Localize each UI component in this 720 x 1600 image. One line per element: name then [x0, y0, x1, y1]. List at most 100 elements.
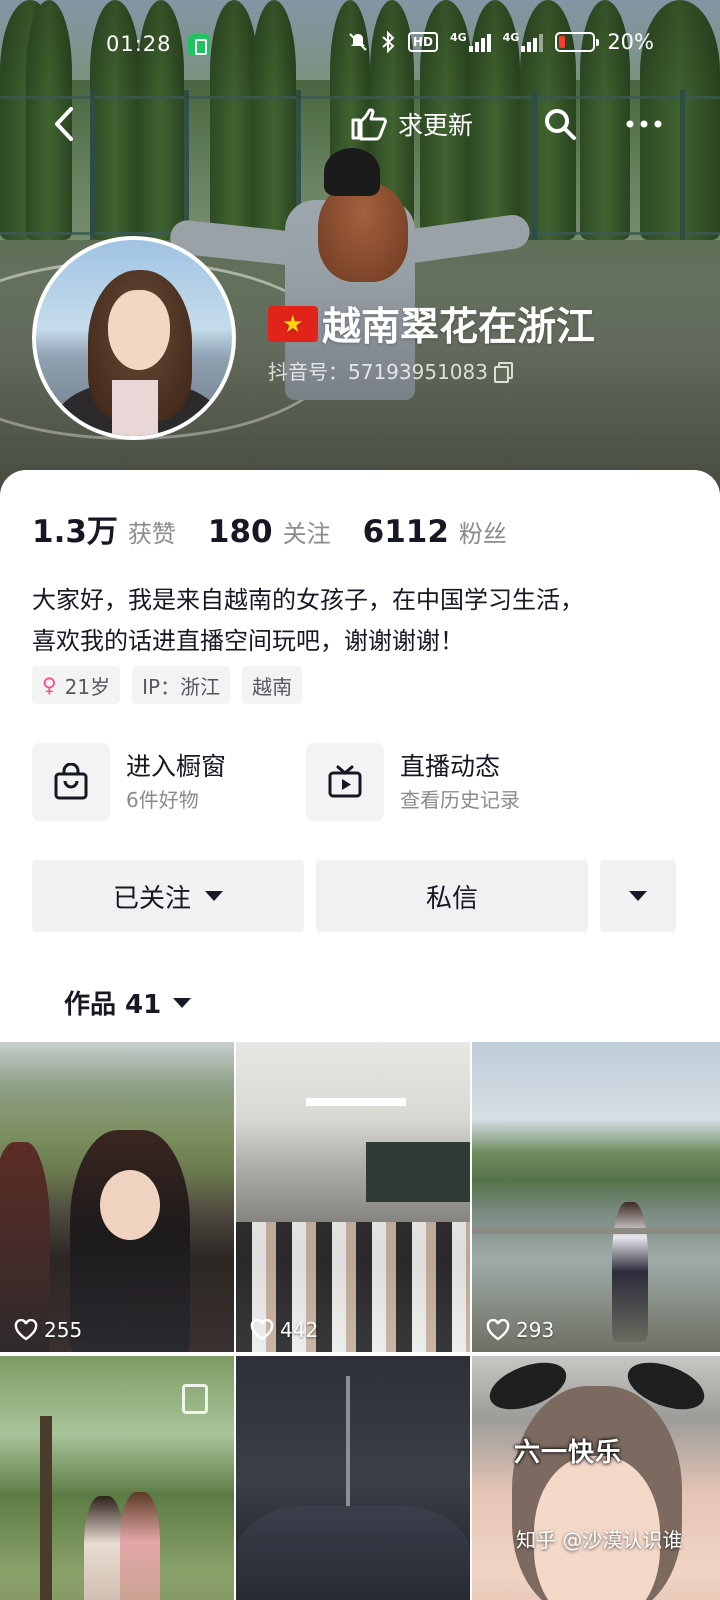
thumbnail-person	[70, 1130, 190, 1352]
following-button[interactable]: 已关注	[32, 860, 304, 932]
following-label: 已关注	[112, 883, 191, 914]
shop-window-icon-box	[32, 743, 110, 821]
stat-value: 6112	[362, 514, 449, 550]
vietnam-flag-icon: ★	[268, 306, 318, 342]
more-actions-button[interactable]	[600, 860, 676, 932]
back-button[interactable]	[44, 104, 84, 144]
heart-icon	[486, 1319, 510, 1341]
tag-age: ♀ 21岁	[32, 666, 121, 704]
profile-entries: 进入橱窗 6件好物 直播动态 查看历史记录	[32, 742, 692, 822]
message-button[interactable]: 私信	[316, 860, 588, 932]
signal-icon	[521, 32, 544, 52]
stat-value: 1.3万	[32, 514, 118, 550]
tag-country: 越南	[242, 666, 303, 704]
request-update-label: 求更新	[398, 111, 474, 140]
status-icons: HD 4G 4G 20%	[348, 30, 654, 54]
avatar-person-shirt	[112, 380, 158, 436]
like-count: 255	[14, 1318, 82, 1342]
avatar[interactable]	[32, 236, 236, 440]
live-history-text: 直播动态 查看历史记录	[400, 749, 520, 815]
stat-label: 获赞	[127, 520, 176, 548]
request-update-button[interactable]: 求更新	[350, 104, 473, 144]
profile-stats: 1.3万 获赞 180 关注 6112 粉丝	[32, 506, 507, 551]
tag-text: 21岁	[64, 674, 111, 699]
heart-icon	[250, 1319, 274, 1341]
battery-percent: 20%	[607, 30, 654, 54]
battery-icon	[555, 32, 600, 52]
thumbnail-person	[84, 1496, 124, 1600]
mute-icon	[349, 33, 367, 51]
hd-icon: HD	[407, 32, 438, 52]
bio-line: 大家好，我是来自越南的女孩子，在中国学习生活，	[32, 586, 584, 614]
thumbnail-light	[306, 1098, 406, 1106]
tag-ip: IP：浙江	[132, 666, 231, 704]
search-button[interactable]	[538, 102, 582, 146]
watermark: 知乎 @沙漠认识谁	[516, 1528, 683, 1552]
battery-saver-icon	[188, 34, 210, 56]
like-count-text: 255	[44, 1318, 83, 1342]
works-tab-label: 作品 41	[64, 990, 162, 1020]
thumbnail-railing	[472, 1228, 720, 1234]
thumbnail-ship	[236, 1506, 470, 1600]
like-count-text: 442	[280, 1318, 319, 1342]
like-count-text: 293	[516, 1318, 555, 1342]
stat-value: 180	[207, 514, 273, 550]
avatar-person-face	[108, 290, 170, 370]
like-count: 293	[486, 1318, 554, 1342]
entry-title: 进入橱窗	[126, 752, 227, 781]
copy-icon[interactable]	[493, 361, 513, 383]
thumbnail-person	[612, 1202, 648, 1342]
stat-label: 粉丝	[458, 520, 507, 548]
douyin-id-text: 抖音号：57193951083	[268, 360, 488, 384]
nickname-text: 越南翠花在浙江	[322, 305, 596, 350]
douyin-id[interactable]: 抖音号：57193951083	[268, 356, 513, 385]
shopping-bag-icon	[54, 763, 88, 800]
chevron-left-icon	[55, 107, 73, 141]
multi-image-icon	[182, 1384, 208, 1414]
profile-action-buttons: 已关注 私信	[32, 860, 676, 932]
video-thumbnail[interactable]	[236, 1356, 470, 1600]
caret-down-icon	[173, 997, 192, 1008]
tag-text: IP：浙江	[142, 674, 221, 699]
shop-window-entry[interactable]: 进入橱窗 6件好物	[32, 742, 292, 822]
caret-down-icon	[629, 891, 647, 901]
video-thumbnail[interactable]: 293	[472, 1042, 720, 1352]
more-options-button[interactable]	[622, 102, 666, 146]
video-thumbnail[interactable]	[0, 1356, 234, 1600]
stat-label: 关注	[282, 520, 331, 548]
tv-play-icon	[328, 765, 362, 798]
search-icon	[545, 109, 576, 140]
entry-subtitle: 6件好物	[126, 788, 199, 812]
thumbnail-caption: 六一快乐	[514, 1438, 623, 1468]
video-thumbnail[interactable]: 442	[236, 1042, 470, 1352]
entry-subtitle: 查看历史记录	[400, 788, 520, 812]
pointing-hand-icon	[351, 108, 387, 141]
more-dots-icon	[626, 120, 662, 128]
like-count: 442	[250, 1318, 318, 1342]
network-type-4g-2: 4G	[503, 32, 544, 52]
profile-nickname: ★ 越南翠花在浙江	[268, 296, 595, 352]
live-history-icon-box	[306, 743, 384, 821]
status-bar: 01:28 HD 4G 4G 20%	[0, 0, 720, 90]
bio-line: 喜欢我的话进直播空间玩吧，谢谢谢谢！	[32, 627, 464, 655]
entry-title: 直播动态	[400, 752, 501, 781]
live-history-entry[interactable]: 直播动态 查看历史记录	[306, 742, 606, 822]
stat-likes[interactable]: 1.3万 获赞	[32, 506, 176, 551]
video-thumbnail[interactable]: 255	[0, 1042, 234, 1352]
thumbnail-person	[120, 1492, 160, 1600]
status-time: 01:28	[106, 32, 172, 56]
profile-bio: 大家好，我是来自越南的女孩子，在中国学习生活， 喜欢我的话进直播空间玩吧，谢谢谢…	[32, 580, 692, 662]
thumbnail-face	[100, 1170, 160, 1240]
shop-window-text: 进入橱窗 6件好物	[126, 749, 226, 815]
network-type-4g: 4G	[450, 32, 491, 52]
stat-following[interactable]: 180 关注	[208, 514, 331, 550]
tab-works[interactable]: 作品 41	[64, 984, 192, 1021]
video-thumbnail[interactable]	[472, 1356, 720, 1600]
tag-text: 越南	[252, 674, 293, 699]
stat-followers[interactable]: 6112 粉丝	[363, 514, 507, 550]
caret-down-icon	[205, 891, 223, 901]
heart-icon	[14, 1319, 38, 1341]
female-icon: ♀	[42, 673, 57, 697]
thumbnail-tree-trunk	[40, 1416, 52, 1600]
top-nav-bar: 求更新	[0, 100, 720, 150]
